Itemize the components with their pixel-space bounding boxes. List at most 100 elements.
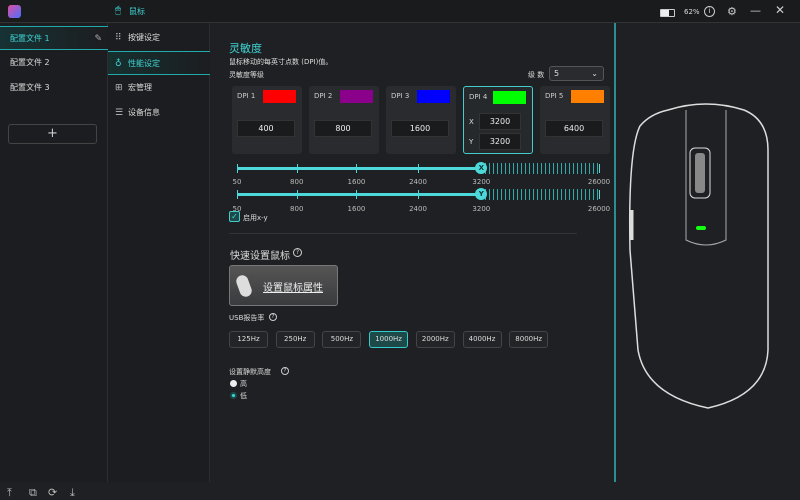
dpi-x-input[interactable]: 3200 [479, 113, 521, 130]
grid-icon: ⠿ [115, 33, 122, 43]
gauge-icon: ♁ [115, 59, 122, 69]
slider-tick-label: 1600 [347, 178, 366, 186]
rate-button-125Hz[interactable]: 125Hz [229, 331, 268, 348]
profile-1[interactable]: 配置文件 1 ✎ [0, 26, 108, 50]
slider-tick-mark [599, 190, 600, 199]
usb-rate-label: USB报告率 [229, 314, 265, 322]
chevron-down-icon: ⌄ [591, 69, 598, 78]
nav-label: 设备信息 [128, 108, 160, 117]
mouse-icon: 🖱 [115, 5, 121, 16]
profile-label: 配置文件 1 [10, 34, 50, 43]
level-count-value: 5 [554, 69, 560, 78]
mouse-properties-button[interactable]: 设置鼠标属性 [229, 265, 338, 306]
slider-fill [237, 193, 482, 196]
rate-button-1000Hz[interactable]: 1000Hz [369, 331, 409, 348]
profile-sidebar: 配置文件 1 ✎ 配置文件 2 配置文件 3 + ⤒ ⧉ ⟳ ⤓ [0, 23, 108, 499]
title-bar: 🖱 鼠标 62% i ⚙ — ✕ [0, 0, 800, 23]
dpi-value-input[interactable]: 6400 [545, 120, 603, 137]
export-icon[interactable]: ⤒ [7, 486, 12, 500]
info-icon[interactable]: i [704, 6, 715, 17]
dpi-card-2[interactable]: DPI 2 800 [309, 86, 379, 154]
radio-low[interactable] [230, 392, 237, 399]
slider-tick-mark [237, 164, 238, 173]
battery-icon [660, 9, 675, 17]
dpi-color-swatch[interactable] [493, 91, 526, 104]
profile-2[interactable]: 配置文件 2 [0, 51, 108, 75]
minimize-button[interactable]: — [750, 4, 761, 17]
nav-macro[interactable]: ⊞ 宏管理 [108, 76, 210, 100]
dpi-label: DPI 5 [545, 92, 564, 100]
lod-label: 设置静默高度 [229, 368, 271, 376]
app-logo [8, 5, 21, 18]
slider-tick-label: 800 [290, 178, 304, 186]
level-count-label: 级 数 [528, 71, 545, 79]
levels-label: 灵敏度等级 [229, 71, 264, 79]
rate-button-8000Hz[interactable]: 8000Hz [509, 331, 549, 348]
dpi-label: DPI 4 [469, 93, 488, 101]
x-label: X [469, 118, 474, 126]
dpi-card-1[interactable]: DPI 1 400 [232, 86, 302, 154]
section-title: 鼠标 [129, 7, 145, 16]
dpi-label: DPI 3 [391, 92, 410, 100]
sensitivity-desc: 鼠标移动的每英寸点数 (DPI)值。 [229, 58, 333, 66]
edit-icon[interactable]: ✎ [94, 27, 102, 51]
import-icon[interactable]: ⤓ [70, 486, 75, 500]
dpi-color-swatch[interactable] [571, 90, 604, 103]
slider-rest [481, 163, 599, 174]
rate-button-250Hz[interactable]: 250Hz [275, 331, 315, 348]
nav-performance[interactable]: ♁ 性能设定 [108, 51, 210, 75]
copy-icon[interactable]: ⧉ [29, 486, 37, 500]
help-icon[interactable]: ? [269, 313, 277, 321]
sensitivity-title: 灵敏度 [229, 42, 262, 55]
add-profile-button[interactable]: + [8, 124, 97, 144]
slider-tick-label: 3200 [472, 178, 491, 186]
dpi-value-input[interactable]: 400 [237, 120, 295, 137]
rate-button-2000Hz[interactable]: 2000Hz [415, 331, 455, 348]
dpi-card-3[interactable]: DPI 3 1600 [386, 86, 456, 154]
slider-tick-label: 2400 [409, 178, 427, 186]
nav-device-info[interactable]: ☰ 设备信息 [108, 101, 210, 125]
settings-icon[interactable]: ⚙ [727, 5, 737, 18]
profile-3[interactable]: 配置文件 3 [0, 76, 108, 100]
help-icon[interactable]: ? [293, 248, 302, 257]
enable-xy-checkbox[interactable]: ✓ [229, 211, 240, 222]
dpi-label: DPI 1 [237, 92, 256, 100]
slider-tick-label: 800 [290, 205, 304, 213]
dpi-y-input[interactable]: 3200 [479, 133, 521, 150]
dpi-card-5[interactable]: DPI 5 6400 [540, 86, 610, 154]
radio-high-label: 高 [240, 380, 247, 388]
dpi-value-input[interactable]: 1600 [391, 120, 449, 137]
nav-button-settings[interactable]: ⠿ 按键设定 [108, 26, 210, 50]
settings-nav: ⠿ 按键设定 ♁ 性能设定 ⊞ 宏管理 ☰ 设备信息 [108, 23, 210, 482]
dpi-color-swatch[interactable] [263, 90, 296, 103]
dpi-color-swatch[interactable] [417, 90, 450, 103]
close-button[interactable]: ✕ [775, 3, 785, 17]
list-icon: ☰ [115, 108, 124, 118]
rate-button-500Hz[interactable]: 500Hz [322, 331, 362, 348]
quick-setup-title: 快速设置鼠标 [230, 251, 290, 262]
battery-level: 62% [684, 8, 700, 16]
reset-icon[interactable]: ⟳ [48, 486, 57, 499]
dpi-card-4[interactable]: DPI 4 X 3200 Y 3200 [463, 86, 533, 154]
dpi-value-input[interactable]: 800 [314, 120, 372, 137]
nav-label: 宏管理 [128, 83, 152, 92]
level-count-select[interactable]: 5 ⌄ [549, 66, 604, 81]
slider-tick-mark [296, 164, 298, 173]
slider-rest [481, 189, 599, 200]
slider-tick-label: 2400 [409, 205, 427, 213]
slider-tick-mark [237, 190, 238, 199]
radio-high[interactable] [230, 380, 237, 387]
slider-tick-mark [296, 190, 298, 199]
radio-low-label: 低 [240, 392, 247, 400]
dpi-label: DPI 2 [314, 92, 333, 100]
rate-button-4000Hz[interactable]: 4000Hz [462, 331, 502, 348]
mouse-image-icon [234, 273, 254, 299]
help-icon[interactable]: ? [281, 367, 289, 375]
enable-xy-label: 启用x-y [243, 214, 268, 222]
dpi-color-swatch[interactable] [340, 90, 373, 103]
slider-tick-label: 50 [232, 178, 242, 186]
slider-tick-label: 26000 [587, 178, 611, 186]
mouse-diagram [628, 103, 769, 409]
slider-tick-mark [418, 190, 419, 199]
nav-label: 性能设定 [128, 59, 160, 68]
